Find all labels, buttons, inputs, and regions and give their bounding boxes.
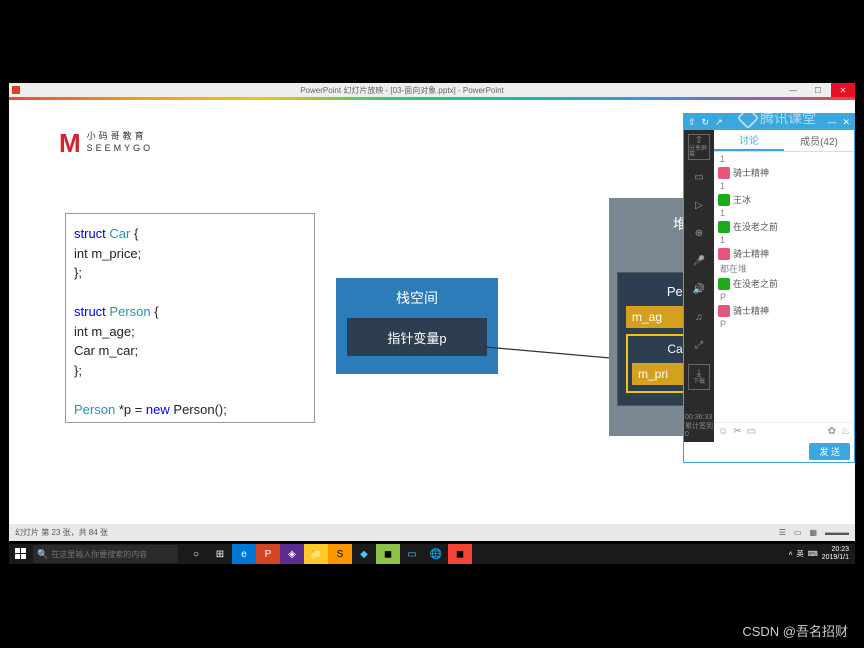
app-icon[interactable]: ◼ — [448, 544, 472, 564]
chat-panel: ⇧ ↻ ↗ — ✕ ⇧分享屏幕 ▭ ▷ ⊕ 🎤 🔊 ♫ ⤢ ⤓下载 00:36:… — [683, 113, 855, 463]
stack-diagram: 栈空间 指针变量p — [336, 278, 498, 374]
app-icon[interactable]: ▭ — [400, 544, 424, 564]
ppt-icon[interactable]: ▭ — [689, 168, 709, 188]
refresh-icon[interactable]: ↻ — [702, 117, 710, 128]
code-block: struct Car { int m_price; }; struct Pers… — [65, 213, 315, 423]
start-button[interactable] — [9, 544, 33, 564]
search-box[interactable]: 🔍 — [33, 545, 178, 563]
system-tray[interactable]: ˄ 英 ⌨ 20:23 2019/1/1 — [789, 546, 855, 561]
app-icon[interactable]: ◆ — [352, 544, 376, 564]
view-icon[interactable]: ▦ — [809, 528, 817, 537]
flower-icon[interactable]: ✿ — [828, 426, 836, 437]
explorer-icon[interactable]: 📁 — [304, 544, 328, 564]
stack-variable: 指针变量p — [347, 318, 487, 356]
chrome-icon[interactable]: 🌐 — [424, 544, 448, 564]
pin-icon[interactable]: ⇧ — [688, 117, 696, 128]
timer: 00:36:33 — [685, 414, 713, 421]
ime-icon[interactable]: 英 — [797, 549, 804, 559]
tab-members[interactable]: 成员(42) — [784, 130, 854, 151]
play-icon[interactable]: ▷ — [689, 196, 709, 216]
add-icon[interactable]: ⊕ — [689, 224, 709, 244]
chat-close-icon[interactable]: ✕ — [842, 117, 850, 128]
mic-icon[interactable]: 🎤 — [689, 252, 709, 272]
edge-icon[interactable]: e — [232, 544, 256, 564]
chat-sidebar: ⇧分享屏幕 ▭ ▷ ⊕ 🎤 🔊 ♫ ⤢ ⤓下载 00:36:33 累计签到 0 — [684, 130, 714, 442]
tray-up-icon[interactable]: ˄ — [789, 551, 793, 558]
csdn-watermark: CSDN @吾名招财 — [742, 621, 848, 640]
search-icon: 🔍 — [37, 549, 48, 560]
emoji-icon[interactable]: ☺ — [718, 426, 728, 437]
powerpoint-icon — [12, 86, 20, 94]
ime-icon[interactable]: ⌨ — [808, 550, 818, 558]
image-icon[interactable]: ▭ — [747, 426, 756, 437]
clock[interactable]: 20:23 2019/1/1 — [822, 546, 849, 561]
tab-discuss[interactable]: 讨论 — [714, 130, 784, 151]
taskview-icon[interactable]: ⊞ — [208, 544, 232, 564]
logo-en: SEEMYGO — [87, 143, 154, 155]
statusbar: 幻灯片 第 23 张，共 84 张 ☰ ▭ ▦ ▬▬▬ — [9, 524, 855, 541]
tencent-watermark: 腾讯课堂 — [740, 108, 816, 128]
stack-title: 栈空间 — [396, 278, 438, 318]
cortana-icon[interactable]: ○ — [184, 544, 208, 564]
view-icon[interactable]: ☰ — [779, 528, 786, 537]
chat-messages: 1骑士精神1王冰1在没老之前1骑士精神都在堆在没老之前P骑士精神P — [714, 152, 854, 422]
window-title: PowerPoint 幻灯片放映 - [03-面向对象.pptx] - Powe… — [23, 85, 781, 96]
maximize-button[interactable]: ☐ — [806, 83, 830, 97]
music-icon[interactable]: ♫ — [689, 308, 709, 328]
search-input[interactable] — [51, 550, 174, 559]
chat-toolbar: ☺ ✂ ▭ ✿ ♨ — [714, 422, 854, 440]
speaker-icon[interactable]: 🔊 — [689, 280, 709, 300]
tencent-icon — [737, 107, 760, 130]
popout-icon[interactable]: ↗ — [715, 117, 723, 128]
view-icon[interactable]: ▭ — [794, 528, 802, 537]
view-icon[interactable]: ▬▬▬ — [825, 528, 849, 537]
slide-counter: 幻灯片 第 23 张，共 84 张 — [15, 527, 108, 538]
minimize-button[interactable]: — — [781, 83, 805, 97]
titlebar: PowerPoint 幻灯片放映 - [03-面向对象.pptx] - Powe… — [9, 83, 855, 97]
share-screen-button[interactable]: ⇧分享屏幕 — [688, 134, 710, 160]
expand-icon[interactable]: ⤢ — [689, 336, 709, 356]
logo-cn: 小码哥教育 — [87, 131, 154, 143]
logo-mark: M — [59, 130, 81, 156]
download-button[interactable]: ⤓下载 — [688, 364, 710, 390]
gift-icon[interactable]: ♨ — [841, 426, 850, 437]
sublime-icon[interactable]: S — [328, 544, 352, 564]
send-button[interactable]: 发 送 — [809, 443, 850, 460]
close-button[interactable]: ✕ — [831, 83, 855, 97]
powerpoint-task-icon[interactable]: P — [256, 544, 280, 564]
app-icon[interactable]: ◼ — [376, 544, 400, 564]
taskbar: 🔍 ○ ⊞ e P ◈ 📁 S ◆ ◼ ▭ 🌐 ◼ ˄ 英 ⌨ 20:23 20… — [9, 544, 855, 564]
chat-minimize-icon[interactable]: — — [827, 117, 836, 128]
scissors-icon[interactable]: ✂ — [733, 426, 741, 437]
vs-icon[interactable]: ◈ — [280, 544, 304, 564]
